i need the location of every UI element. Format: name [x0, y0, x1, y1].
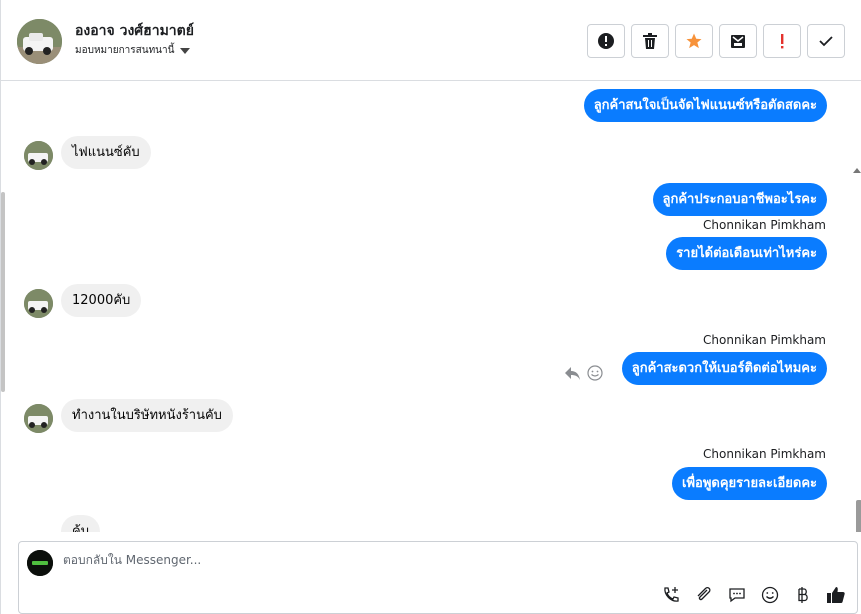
reply-composer — [18, 541, 858, 614]
reply-icon[interactable] — [564, 366, 581, 381]
page-avatar — [27, 550, 53, 576]
message-incoming[interactable]: 12000คับ — [61, 284, 142, 317]
star-button[interactable] — [675, 24, 713, 58]
add-call-icon[interactable] — [660, 584, 681, 605]
emoji-icon[interactable] — [759, 584, 780, 605]
trash-icon — [643, 33, 657, 49]
report-button[interactable] — [587, 24, 625, 58]
react-emoji-icon[interactable] — [587, 365, 603, 381]
contact-avatar-small[interactable] — [24, 289, 53, 318]
assign-conversation-dropdown[interactable]: มอบหมายการสนทนานี้ — [75, 43, 191, 58]
like-icon[interactable] — [825, 584, 846, 605]
star-icon — [686, 33, 702, 49]
attachment-icon[interactable] — [693, 584, 714, 605]
caret-down-icon — [180, 47, 191, 54]
message-outgoing[interactable]: ลูกค้าสะดวกให้เบอร์ติดต่อไหมคะ — [621, 352, 827, 385]
message-incoming[interactable]: ค้บ — [61, 515, 100, 532]
message-outgoing[interactable]: ลูกค้าประกอบอาชีพอะไรคะ — [652, 183, 827, 216]
scrollbar-thumb[interactable] — [856, 500, 861, 532]
exclamation-icon — [781, 34, 784, 49]
scroll-up-arrow[interactable] — [853, 168, 861, 173]
contact-avatar-small[interactable] — [24, 141, 53, 170]
messenger-conversation-panel: องอาจ วงศ์ฮามาตย์ มอบหมายการสนทนานี้ ลูก… — [0, 0, 861, 614]
composer-toolbar — [660, 584, 846, 605]
message-incoming[interactable]: ไฟแนนซ์คับ — [61, 136, 151, 169]
contact-avatar[interactable] — [17, 19, 62, 64]
left-resize-handle[interactable] — [1, 192, 5, 392]
delete-button[interactable] — [631, 24, 669, 58]
message-outgoing[interactable]: รายได้ต่อเดือนเท่าไหร่คะ — [666, 237, 827, 270]
done-button[interactable] — [807, 24, 845, 58]
archive-button[interactable] — [719, 24, 757, 58]
archive-icon — [731, 35, 745, 48]
message-incoming[interactable]: ทำงานในบริษัทหนังร้านคับ — [61, 399, 233, 432]
reply-input[interactable] — [63, 553, 623, 567]
sender-name: Chonnikan Pimkham — [703, 333, 826, 347]
message-list[interactable]: ลูกค้าสนใจเป็นจัดไฟแนนซ์หรือตัดสดคะ ไฟแน… — [1, 82, 861, 532]
sender-name: Chonnikan Pimkham — [703, 447, 826, 461]
sender-name: Chonnikan Pimkham — [703, 218, 826, 232]
contact-name[interactable]: องอาจ วงศ์ฮามาตย์ — [75, 20, 194, 42]
check-icon — [819, 36, 833, 47]
baht-icon[interactable] — [792, 584, 813, 605]
saved-reply-icon[interactable] — [726, 584, 747, 605]
contact-avatar-small[interactable] — [24, 404, 53, 433]
message-outgoing[interactable]: เพื่อพูดคุยรายละเอียดคะ — [672, 467, 827, 500]
message-outgoing[interactable]: ลูกค้าสนใจเป็นจัดไฟแนนซ์หรือตัดสดคะ — [583, 89, 827, 122]
message-hover-tools — [564, 365, 603, 381]
alert-circle-icon — [598, 33, 614, 49]
conversation-actions — [587, 24, 845, 58]
important-button[interactable] — [763, 24, 801, 58]
conversation-header: องอาจ วงศ์ฮามาตย์ มอบหมายการสนทนานี้ — [1, 0, 861, 81]
assign-label: มอบหมายการสนทนานี้ — [75, 45, 175, 56]
